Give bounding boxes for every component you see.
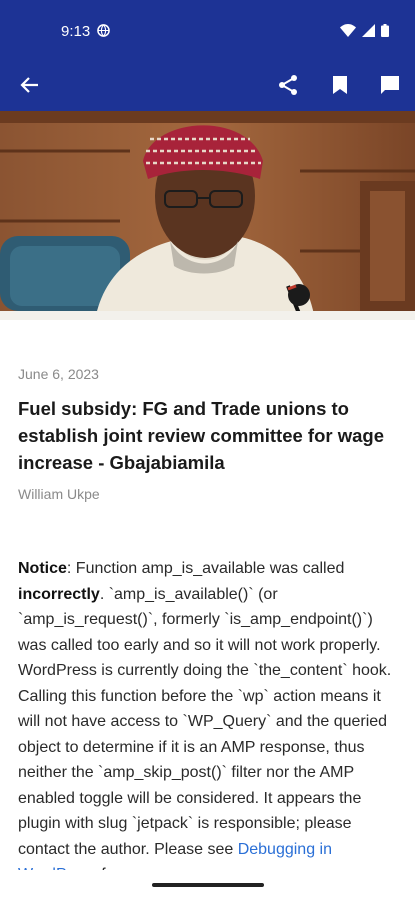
article-author: William Ukpe xyxy=(18,486,100,502)
article-date: June 6, 2023 xyxy=(18,366,99,382)
bookmark-icon xyxy=(333,76,347,94)
notice-emphasis: incorrectly xyxy=(18,585,100,603)
notice-text: : Function amp_is_available was called xyxy=(66,560,345,577)
status-time: 9:13 xyxy=(61,23,91,40)
notice-text-continued: . `amp_is_available()` (or `amp_is_reque… xyxy=(18,585,392,858)
article-hero-image xyxy=(0,111,415,320)
share-button[interactable] xyxy=(273,70,303,100)
wifi-icon xyxy=(340,24,356,37)
back-arrow-icon xyxy=(20,77,38,93)
battery-icon xyxy=(381,24,389,37)
app-bar xyxy=(0,60,415,111)
comment-button[interactable] xyxy=(375,70,405,100)
status-bar: 9:13 xyxy=(0,0,415,60)
bookmark-button[interactable] xyxy=(325,70,355,100)
signal-icon xyxy=(362,24,375,37)
home-indicator[interactable] xyxy=(152,883,264,887)
share-icon xyxy=(279,75,297,95)
comment-icon xyxy=(381,76,399,94)
globe-icon xyxy=(97,24,110,37)
article-title: Fuel subsidy: FG and Trade unions to est… xyxy=(18,398,384,473)
back-button[interactable] xyxy=(15,70,45,100)
article-body: Notice: Function amp_is_available was ca… xyxy=(18,556,404,888)
notice-label: Notice xyxy=(18,560,67,577)
